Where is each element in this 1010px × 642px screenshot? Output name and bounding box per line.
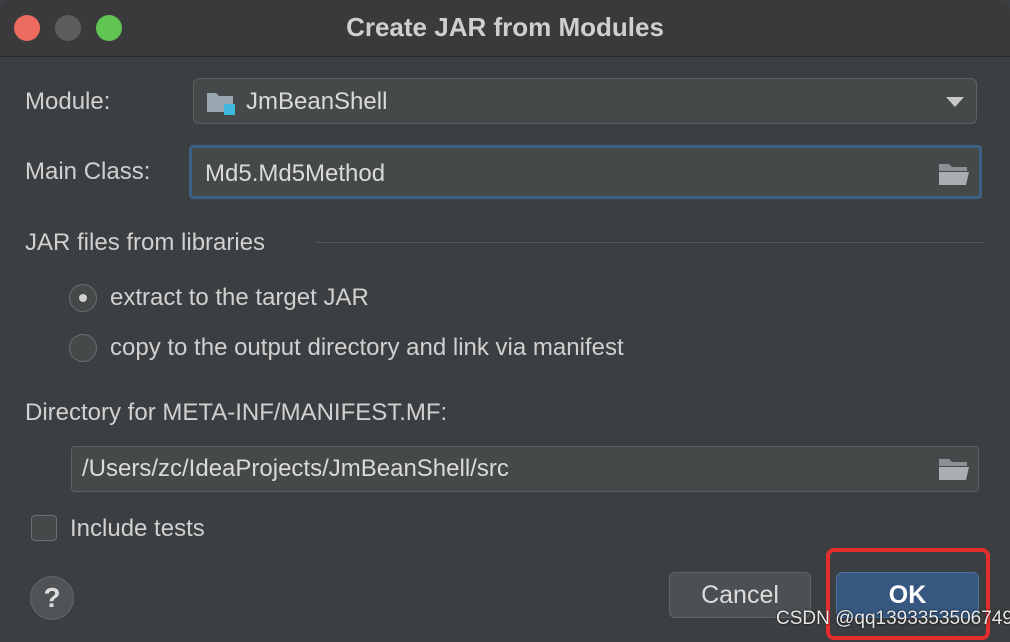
module-value: JmBeanShell — [246, 88, 388, 115]
manifest-directory-label: Directory for META-INF/MANIFEST.MF: — [25, 399, 448, 426]
manifest-directory-field[interactable]: /Users/zc/IdeaProjects/JmBeanShell/src — [71, 446, 979, 492]
main-class-field[interactable]: Md5.Md5Method — [189, 145, 982, 199]
main-class-value: Md5.Md5Method — [205, 160, 386, 187]
section-divider — [316, 242, 984, 243]
jar-files-section-label: JAR files from libraries — [25, 229, 266, 256]
create-jar-dialog: Create JAR from Modules Module: JmBeanSh… — [0, 0, 1010, 642]
radio-selected-dot — [79, 294, 87, 302]
module-label: Module: — [25, 88, 111, 115]
include-tests-checkbox[interactable] — [31, 515, 57, 541]
manifest-directory-value: /Users/zc/IdeaProjects/JmBeanShell/src — [82, 455, 509, 482]
help-button[interactable]: ? — [30, 576, 74, 620]
folder-browse-icon[interactable] — [938, 162, 970, 186]
include-tests-label[interactable]: Include tests — [70, 515, 205, 543]
module-select[interactable]: JmBeanShell — [193, 78, 977, 124]
title-bar: Create JAR from Modules — [0, 0, 1010, 57]
extract-option-label[interactable]: extract to the target JAR — [110, 284, 369, 312]
dialog-title: Create JAR from Modules — [346, 12, 664, 42]
watermark-text: CSDN @qq1393353506749 — [776, 608, 1010, 629]
extract-radio[interactable] — [69, 284, 97, 312]
folder-browse-icon[interactable] — [938, 457, 970, 481]
copy-link-option-label[interactable]: copy to the output directory and link vi… — [110, 334, 624, 362]
copy-link-radio[interactable] — [69, 334, 97, 362]
main-class-label: Main Class: — [25, 158, 151, 185]
chevron-down-icon[interactable] — [946, 97, 964, 107]
module-folder-icon — [207, 93, 235, 115]
